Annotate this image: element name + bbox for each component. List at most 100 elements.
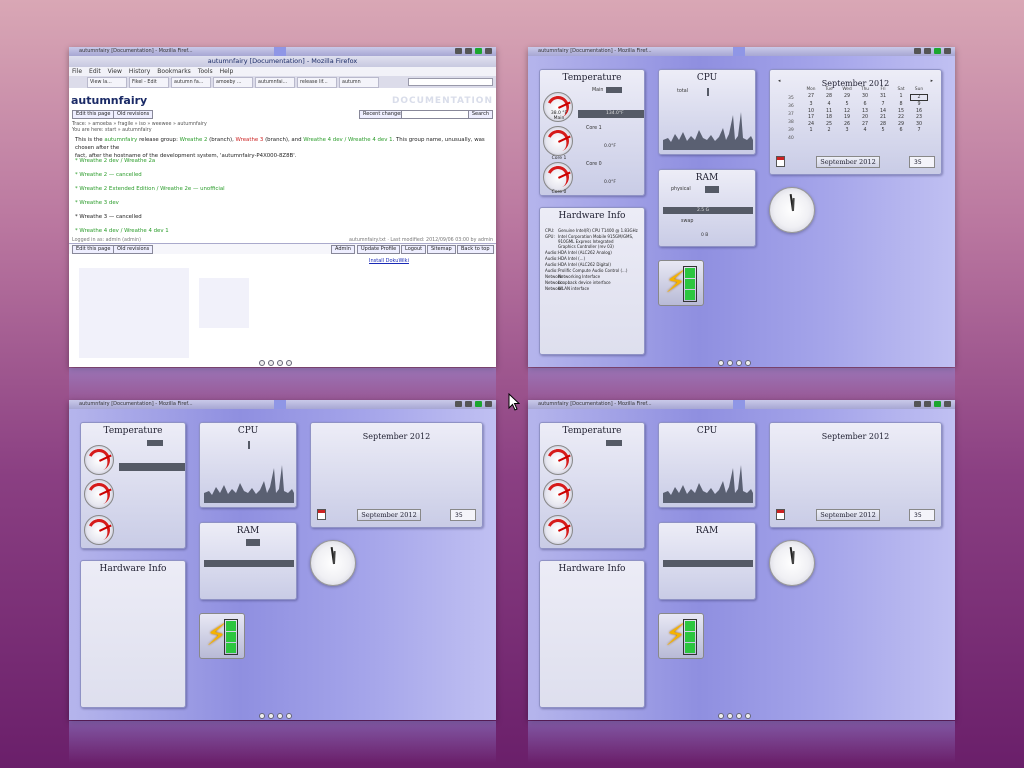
day-cell[interactable]: 2 — [820, 128, 838, 133]
panel-task-title[interactable]: autumnfairy [Documentation] - Mozilla Fi… — [79, 401, 193, 407]
dock-icon[interactable] — [736, 360, 742, 366]
browser-tab[interactable]: autumn fa... — [171, 77, 211, 88]
back-to-top-button[interactable]: Back to top — [457, 245, 494, 254]
day-cell[interactable]: 6 — [856, 102, 874, 107]
day-cell[interactable]: 22 — [892, 115, 910, 120]
menu-tools[interactable]: Tools — [198, 67, 213, 76]
admin-button[interactable]: Admin — [331, 245, 355, 254]
dock-icon[interactable] — [727, 713, 733, 719]
browser-tab[interactable]: release lif... — [297, 77, 337, 88]
wiki-logo[interactable]: autumnfairy — [71, 94, 147, 107]
list-item[interactable]: * Wreathe 3 dev — [75, 200, 119, 206]
footer-old-revisions-button[interactable]: Old revisions — [113, 245, 154, 254]
tray-icon[interactable] — [914, 48, 921, 54]
dock-icon[interactable] — [727, 360, 733, 366]
panel-tab[interactable] — [733, 400, 745, 409]
dock-icon[interactable] — [745, 360, 751, 366]
day-cell[interactable]: 17 — [802, 115, 820, 120]
day-cell[interactable]: 26 — [838, 122, 856, 127]
browser-tab[interactable]: Fikel - Edit — [129, 77, 169, 88]
day-cell[interactable]: 28 — [820, 94, 838, 101]
recent-changes-button[interactable]: Recent changes — [359, 110, 407, 119]
dock-icon[interactable] — [718, 713, 724, 719]
day-cell[interactable]: 27 — [802, 94, 820, 101]
day-cell[interactable]: 29 — [838, 94, 856, 101]
wreathe3-link[interactable]: Wreathe 3 — [236, 137, 264, 143]
day-cell[interactable]: 1 — [892, 94, 910, 101]
day-cell[interactable]: 3 — [802, 102, 820, 107]
week-spinbox[interactable]: 35 — [909, 509, 935, 521]
old-revisions-button[interactable]: Old revisions — [113, 110, 154, 119]
day-cell[interactable]: 19 — [838, 115, 856, 120]
day-cell[interactable]: 9 — [910, 102, 928, 107]
cpu-widget[interactable]: CPU — [199, 422, 297, 508]
month-select[interactable]: September 2012 — [357, 509, 421, 521]
battery-widget[interactable]: ⚡ — [658, 613, 704, 659]
footer-edit-button[interactable]: Edit this page — [72, 245, 115, 254]
temperature-widget[interactable]: Temperature — [80, 422, 186, 549]
calendar-widget[interactable]: September 2012 September 2012 35 — [310, 422, 483, 528]
tray-icon[interactable] — [924, 401, 931, 407]
tray-icon[interactable] — [485, 401, 492, 407]
firefox-workspace[interactable]: autumnfairy [Documentation] - Mozilla Fi… — [69, 47, 496, 367]
day-cell[interactable]: 4 — [820, 102, 838, 107]
dock-icon[interactable] — [277, 713, 283, 719]
hardware-info-widget[interactable]: Hardware Info — [80, 560, 186, 708]
update-profile-button[interactable]: Update Profile — [357, 245, 401, 254]
cpu-widget[interactable]: CPU — [658, 422, 756, 508]
dock-icon[interactable] — [268, 360, 274, 366]
hardware-info-widget[interactable]: Hardware Info CPU: Genuine Intel(R) CPU T… — [539, 207, 645, 355]
desktop-workspace[interactable]: autumnfairy [Documentation] - Mozilla Fi… — [528, 47, 955, 367]
logout-button[interactable]: Logout — [401, 245, 427, 254]
panel-tab[interactable] — [733, 47, 745, 56]
edit-page-button[interactable]: Edit this page — [72, 110, 115, 119]
dock-icon[interactable] — [286, 360, 292, 366]
install-dokuwiki-link[interactable]: Install DokuWiki — [369, 258, 409, 264]
wreathe4-link[interactable]: Wreathe 4 dev / Wreathe 4 dev 1 — [303, 137, 392, 143]
day-cell[interactable]: 4 — [856, 128, 874, 133]
day-cell[interactable]: 30 — [856, 94, 874, 101]
next-month-icon[interactable]: ▸ — [931, 79, 933, 84]
panel-task-title[interactable]: autumnfairy [Documentation] - Mozilla Fi… — [538, 48, 652, 54]
tray-icon[interactable] — [455, 401, 462, 407]
day-cell[interactable]: 8 — [892, 102, 910, 107]
desktop-workspace[interactable]: autumnfairy [Documentation] - Mozilla Fi… — [69, 400, 496, 720]
day-cell[interactable]: 7 — [874, 102, 892, 107]
day-cell[interactable]: 16 — [910, 109, 928, 114]
calendar-widget[interactable]: September 2012 September 2012 35 — [769, 422, 942, 528]
desktop-workspace[interactable]: autumnfairy [Documentation] - Mozilla Fi… — [528, 400, 955, 720]
tray-icon[interactable] — [485, 48, 492, 54]
menu-bookmarks[interactable]: Bookmarks — [157, 67, 191, 76]
day-cell[interactable]: 14 — [874, 109, 892, 114]
dock-icon[interactable] — [277, 360, 283, 366]
battery-tray-icon[interactable] — [475, 401, 482, 407]
battery-tray-icon[interactable] — [934, 48, 941, 54]
address-bar[interactable] — [408, 78, 493, 86]
ram-widget[interactable]: RAM — [658, 522, 756, 600]
tray-icon[interactable] — [465, 401, 472, 407]
menu-help[interactable]: Help — [220, 67, 234, 76]
day-cell[interactable]: 6 — [892, 128, 910, 133]
cpu-widget[interactable]: CPU total — [658, 69, 756, 155]
dock-icon[interactable] — [259, 360, 265, 366]
list-item[interactable]: * Wreathe 2 — cancelled — [75, 172, 142, 178]
day-cell[interactable]: 23 — [910, 115, 928, 120]
day-cell[interactable]: 5 — [874, 128, 892, 133]
day-cell[interactable]: 20 — [856, 115, 874, 120]
list-item[interactable]: * Wreathe 3 — cancelled — [75, 214, 142, 220]
ram-widget[interactable]: RAM physical 2.5 G swap 0 B — [658, 169, 756, 247]
day-cell[interactable]: 11 — [820, 109, 838, 114]
month-select[interactable]: September 2012 — [816, 156, 880, 168]
battery-tray-icon[interactable] — [475, 48, 482, 54]
day-cell[interactable]: 25 — [820, 122, 838, 127]
menu-history[interactable]: History — [129, 67, 150, 76]
browser-tab[interactable]: autumn — [339, 77, 379, 88]
clock-widget[interactable] — [310, 540, 356, 586]
tray-icon[interactable] — [455, 48, 462, 54]
tray-icon[interactable] — [465, 48, 472, 54]
tray-icon[interactable] — [924, 48, 931, 54]
calendar-icon[interactable] — [776, 509, 785, 520]
sitemap-button[interactable]: Sitemap — [427, 245, 456, 254]
hardware-info-widget[interactable]: Hardware Info — [539, 560, 645, 708]
day-cell[interactable]: 29 — [892, 122, 910, 127]
